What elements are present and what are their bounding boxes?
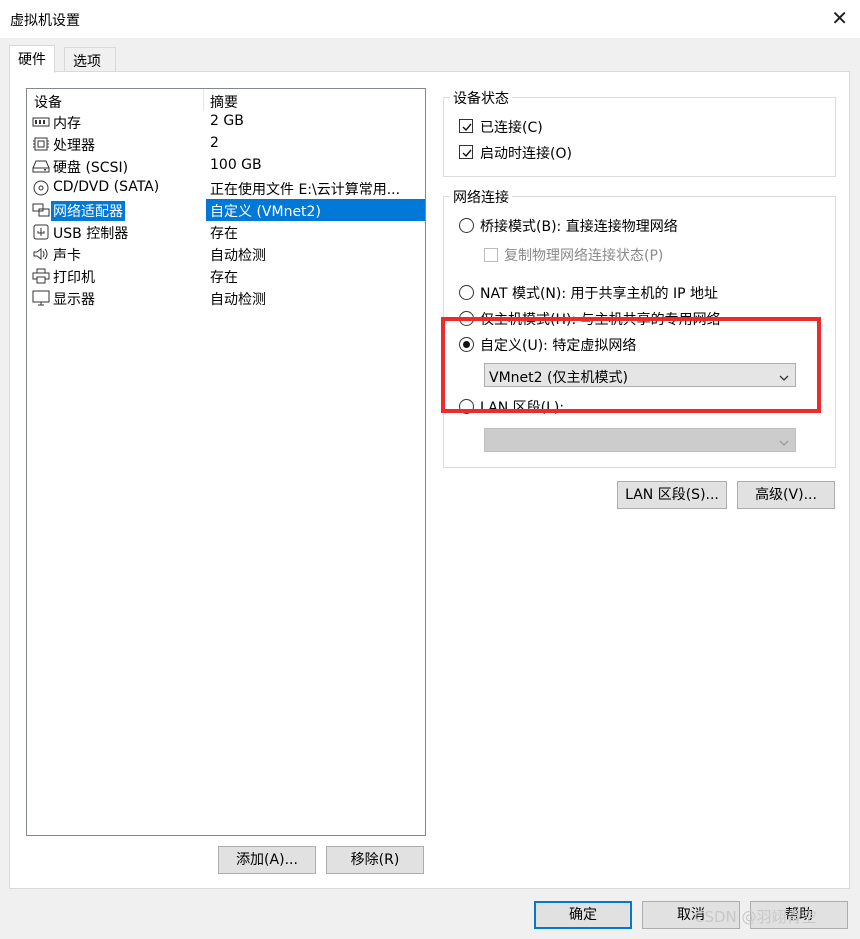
connected-label[interactable]: 已连接(C) [480, 117, 543, 137]
check-icon [462, 149, 472, 158]
column-header-summary[interactable]: 摘要 [210, 92, 238, 112]
processor-icon [32, 136, 50, 152]
connect-on-power-checkbox[interactable] [459, 145, 473, 159]
network-connection-group: 网络连接 桥接模式(B): 直接连接物理网络 复制物理网络连接状态(P) NAT… [443, 187, 836, 468]
custom-network-value: VMnet2 (仅主机模式) [489, 370, 628, 386]
column-separator[interactable] [203, 89, 204, 111]
sound-icon [32, 246, 50, 262]
device-summary: 正在使用文件 E:\云计算常用... [210, 182, 401, 198]
ok-button[interactable]: 确定 [534, 901, 632, 929]
device-name: 显示器 [53, 292, 95, 308]
device-summary: 2 [210, 135, 219, 151]
lan-segment-label[interactable]: LAN 区段(L): [480, 397, 564, 417]
device-summary: 自动检测 [210, 292, 266, 308]
tab-options[interactable]: 选项 [64, 47, 116, 71]
network-connection-legend: 网络连接 [450, 187, 512, 207]
device-name: 硬盘 (SCSI) [53, 160, 129, 176]
table-row[interactable]: 声卡 自动检测 [27, 243, 425, 265]
custom-network-select[interactable]: VMnet2 (仅主机模式) [484, 363, 796, 387]
device-name: 网络适配器 [51, 201, 125, 221]
tab-hardware[interactable]: 硬件 [9, 45, 55, 73]
bridged-radio[interactable] [459, 218, 474, 233]
device-name: 打印机 [53, 270, 95, 286]
host-only-label[interactable]: 仅主机模式(H): 与主机共享的专用网络 [480, 309, 721, 329]
display-icon [32, 290, 50, 306]
custom-radio[interactable] [459, 337, 474, 352]
nat-radio[interactable] [459, 285, 474, 300]
device-status-legend: 设备状态 [450, 88, 512, 108]
table-row[interactable]: 打印机 存在 [27, 265, 425, 287]
lan-segments-button[interactable]: LAN 区段(S)... [617, 481, 727, 509]
device-name: USB 控制器 [53, 226, 129, 242]
table-row-selected[interactable]: 网络适配器 自定义 (VMnet2) [27, 199, 425, 221]
column-header-device[interactable]: 设备 [34, 92, 62, 112]
device-summary: 存在 [210, 270, 238, 286]
nat-label[interactable]: NAT 模式(N): 用于共享主机的 IP 地址 [480, 283, 718, 303]
custom-label[interactable]: 自定义(U): 特定虚拟网络 [480, 335, 636, 355]
lan-segment-select[interactable] [484, 428, 796, 452]
tab-content: 设备 摘要 内存 2 GB 处理器 2 硬盘 (SCSI) 100 GB CD/… [9, 71, 850, 889]
replicate-state-label[interactable]: 复制物理网络连接状态(P) [504, 245, 663, 265]
bridged-label[interactable]: 桥接模式(B): 直接连接物理网络 [480, 216, 678, 236]
title-bar: 虚拟机设置 ✕ [0, 0, 860, 38]
connected-checkbox[interactable] [459, 119, 473, 133]
usb-icon [32, 224, 50, 240]
device-summary: 自动检测 [210, 248, 266, 264]
tab-strip: 硬件 选项 [0, 38, 860, 73]
lan-segment-radio[interactable] [459, 399, 474, 414]
connect-on-power-label[interactable]: 启动时连接(O) [480, 143, 572, 163]
chevron-down-icon [779, 370, 789, 386]
device-summary: 100 GB [210, 157, 262, 173]
device-status-group: 设备状态 已连接(C) 启动时连接(O) [443, 88, 836, 177]
device-name: 处理器 [53, 138, 95, 154]
table-row[interactable]: 硬盘 (SCSI) 100 GB [27, 155, 425, 177]
table-row[interactable]: CD/DVD (SATA) 正在使用文件 E:\云计算常用... [27, 177, 425, 199]
device-summary: 存在 [210, 226, 238, 242]
device-name: 内存 [53, 116, 81, 132]
device-name: 声卡 [53, 248, 81, 264]
watermark: CSDN @羽翊青空 [694, 908, 817, 926]
chevron-down-icon [779, 435, 789, 451]
table-row[interactable]: 显示器 自动检测 [27, 287, 425, 309]
table-row[interactable]: 内存 2 GB [27, 111, 425, 133]
close-icon[interactable]: ✕ [831, 6, 848, 30]
memory-icon [32, 114, 50, 130]
network-adapter-icon [32, 202, 50, 218]
replicate-state-checkbox[interactable] [484, 248, 498, 262]
table-row[interactable]: USB 控制器 存在 [27, 221, 425, 243]
window-title: 虚拟机设置 [10, 13, 80, 29]
table-row[interactable]: 处理器 2 [27, 133, 425, 155]
hard-disk-icon [32, 158, 50, 174]
advanced-button[interactable]: 高级(V)... [737, 481, 835, 509]
device-name: CD/DVD (SATA) [53, 179, 160, 195]
device-list[interactable]: 设备 摘要 内存 2 GB 处理器 2 硬盘 (SCSI) 100 GB CD/… [26, 88, 426, 836]
remove-button[interactable]: 移除(R) [326, 846, 424, 874]
device-summary: 2 GB [210, 113, 244, 129]
cd-dvd-icon [32, 180, 50, 196]
device-summary: 自定义 (VMnet2) [210, 204, 321, 220]
device-list-header: 设备 摘要 [27, 89, 425, 111]
check-icon [462, 123, 472, 132]
printer-icon [32, 268, 50, 284]
add-button[interactable]: 添加(A)... [218, 846, 316, 874]
host-only-radio[interactable] [459, 311, 474, 326]
